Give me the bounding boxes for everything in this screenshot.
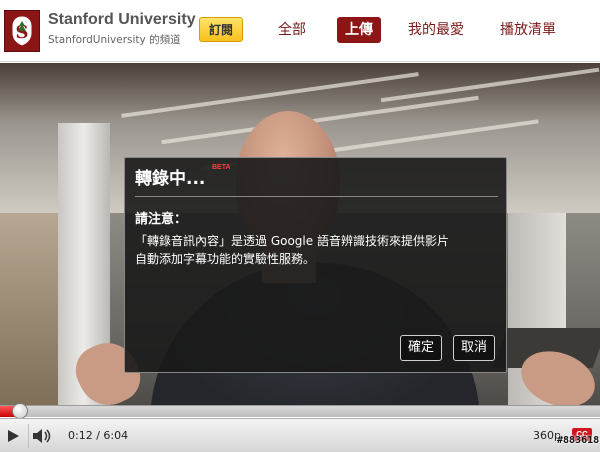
channel-subtitle: StanfordUniversity 的頻道 bbox=[48, 34, 181, 46]
transcription-dialog: 轉錄中... BETA 請注意： 「轉錄音訊內容」是透過 Google 語音辨識… bbox=[124, 157, 507, 373]
stanford-logo-svg: S bbox=[11, 15, 33, 47]
beta-badge: BETA bbox=[212, 164, 231, 171]
channel-name[interactable]: Stanford University bbox=[48, 11, 196, 29]
dialog-title: 轉錄中... bbox=[135, 169, 206, 189]
progress-bar[interactable] bbox=[0, 403, 600, 419]
stanford-tree-icon[interactable]: S bbox=[4, 10, 40, 52]
dialog-message-line: 「轉錄音訊內容」是透過 Google 語音辨識技術來提供影片 bbox=[135, 234, 449, 248]
tab-playlists[interactable]: 播放清單 bbox=[492, 17, 564, 43]
play-icon bbox=[8, 430, 19, 442]
channel-header: S Stanford University StanfordUniversity… bbox=[0, 0, 600, 62]
volume-button[interactable] bbox=[28, 424, 54, 448]
dialog-divider bbox=[135, 196, 498, 197]
tab-uploads[interactable]: 上傳 bbox=[337, 17, 381, 43]
scrub-handle[interactable] bbox=[11, 403, 28, 419]
play-button[interactable] bbox=[2, 424, 24, 448]
tab-all[interactable]: 全部 bbox=[270, 17, 314, 43]
ok-button[interactable]: 確定 bbox=[400, 335, 442, 361]
cancel-button[interactable]: 取消 bbox=[453, 335, 495, 361]
time-display: 0:12 / 6:04 bbox=[68, 429, 129, 442]
subscribe-button[interactable]: 訂閱 bbox=[199, 17, 243, 42]
watermark-text: #883618 bbox=[557, 435, 600, 446]
volume-icon bbox=[32, 429, 50, 443]
tab-favorites[interactable]: 我的最愛 bbox=[400, 17, 472, 43]
player-controls: 0:12 / 6:04 360p CC bbox=[0, 418, 600, 452]
dialog-note-heading: 請注意： bbox=[135, 212, 188, 227]
video-player[interactable]: 轉錄中... BETA 請注意： 「轉錄音訊內容」是透過 Google 語音辨識… bbox=[0, 63, 600, 405]
dialog-message: 「轉錄音訊內容」是透過 Google 語音辨識技術來提供影片 自動添加字幕功能的… bbox=[135, 232, 505, 268]
scene-board bbox=[0, 213, 60, 405]
dialog-message-line: 自動添加字幕功能的實驗性服務。 bbox=[135, 252, 316, 266]
